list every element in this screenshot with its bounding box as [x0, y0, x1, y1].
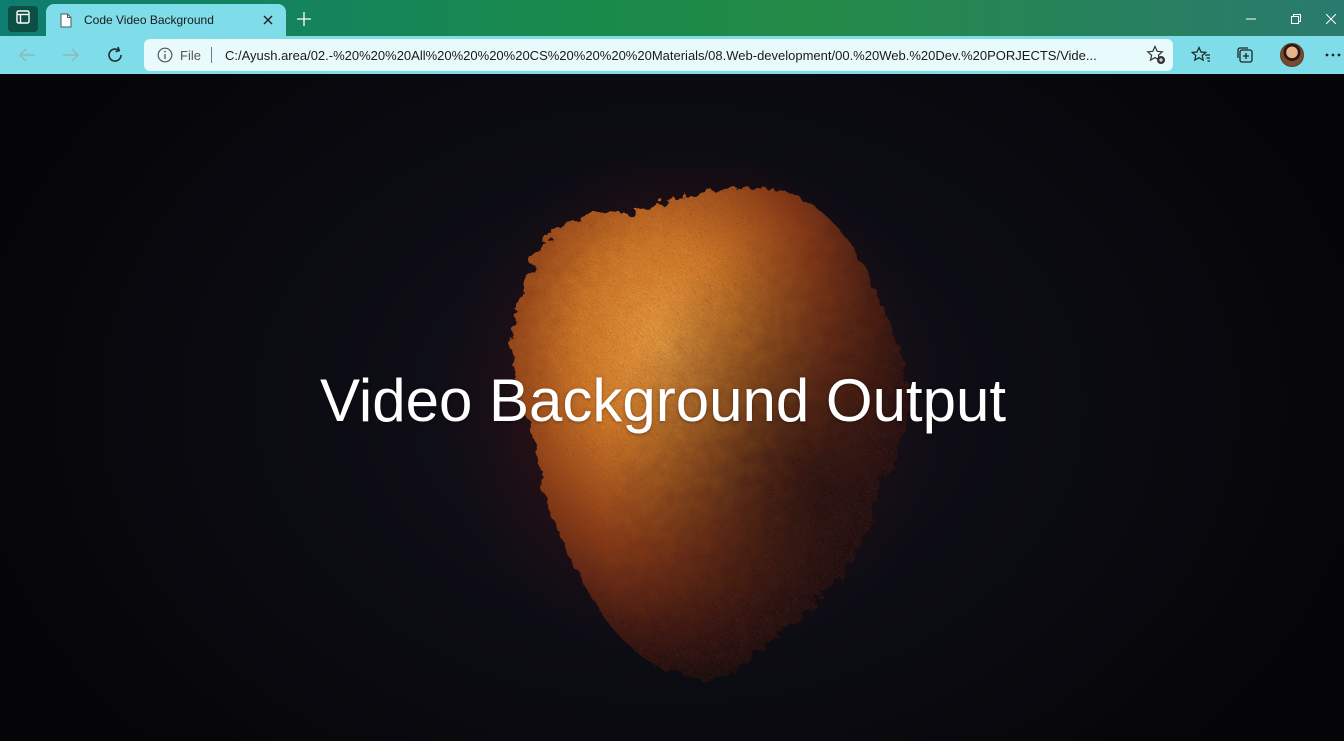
tab-strip: Code Video Background — [0, 0, 1344, 36]
refresh-button[interactable] — [100, 40, 130, 70]
minimize-icon — [1246, 18, 1256, 20]
add-favorite-button[interactable] — [1139, 41, 1173, 69]
info-icon[interactable] — [156, 46, 174, 64]
favorites-icon — [1191, 46, 1210, 62]
tab-code-video-background[interactable]: Code Video Background — [46, 4, 286, 36]
refresh-icon — [108, 46, 122, 62]
plus-icon — [297, 12, 311, 26]
more-button[interactable] — [1322, 40, 1344, 70]
close-icon — [1326, 14, 1336, 24]
close-tab-button[interactable] — [258, 10, 278, 30]
browser-toolbar: File C:/Ayush.area/02.-%20%20%20All%20%2… — [0, 36, 1344, 74]
restore-button[interactable] — [1273, 4, 1319, 34]
tab-actions-icon — [16, 9, 30, 29]
tab-actions-button[interactable] — [8, 6, 38, 32]
page-icon — [59, 12, 73, 28]
arrow-left-icon — [18, 48, 35, 62]
arrow-right-icon — [63, 48, 80, 62]
page-viewport: Video Background Output — [0, 74, 1344, 741]
minimize-button[interactable] — [1228, 4, 1274, 34]
video-background — [450, 164, 930, 694]
collections-button[interactable] — [1230, 40, 1260, 70]
page-headline: Video Background Output — [319, 367, 1007, 434]
restore-icon — [1291, 14, 1301, 24]
address-bar[interactable]: File C:/Ayush.area/02.-%20%20%20All%20%2… — [144, 39, 1173, 71]
url-text[interactable]: C:/Ayush.area/02.-%20%20%20All%20%20%20%… — [225, 48, 1139, 63]
address-divider — [210, 47, 212, 63]
more-icon — [1325, 53, 1341, 57]
favorites-button[interactable] — [1186, 40, 1216, 70]
tab-title: Code Video Background — [84, 13, 214, 27]
file-scheme-label: File — [180, 47, 201, 63]
forward-button[interactable] — [56, 40, 86, 70]
collections-icon — [1237, 47, 1253, 63]
back-button[interactable] — [12, 40, 42, 70]
star-plus-icon — [1146, 45, 1165, 64]
new-tab-button[interactable] — [290, 6, 318, 32]
close-window-button[interactable] — [1318, 4, 1344, 34]
avatar[interactable] — [1280, 43, 1304, 67]
close-icon — [263, 15, 273, 25]
